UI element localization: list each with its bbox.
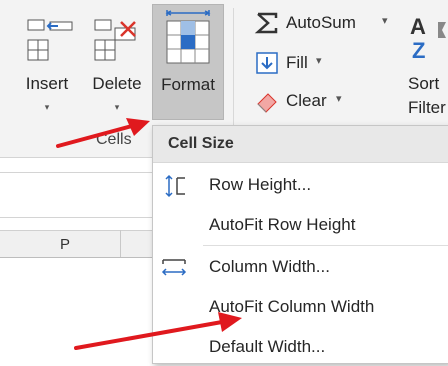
cell-size-heading: Cell Size bbox=[168, 135, 234, 152]
sort-label: Sort bbox=[408, 74, 440, 93]
sigma-icon bbox=[254, 12, 278, 34]
format-button[interactable]: Format bbox=[152, 4, 224, 120]
sort-filter-button[interactable]: A Z Sort Filter bbox=[406, 4, 448, 124]
svg-text:Z: Z bbox=[412, 38, 425, 63]
column-divider[interactable] bbox=[120, 230, 121, 257]
format-dropdown-menu: Cell Size Row Height... AutoFit Row Heig… bbox=[152, 125, 448, 364]
column-width-item[interactable]: Column Width... bbox=[153, 248, 448, 286]
autofit-column-width-label: AutoFit Column Width bbox=[209, 297, 375, 316]
clear-caret-icon: ▾ bbox=[336, 93, 342, 105]
filter-label: Filter bbox=[408, 98, 446, 117]
fill-caret-icon: ▾ bbox=[316, 55, 322, 67]
autofit-row-height-label: AutoFit Row Height bbox=[209, 215, 356, 234]
delete-label: Delete bbox=[92, 74, 142, 93]
svg-text:A: A bbox=[410, 14, 426, 39]
clear-label: Clear bbox=[286, 91, 327, 110]
autosum-caret-icon: ▾ bbox=[382, 15, 388, 27]
row-height-label: Row Height... bbox=[209, 175, 312, 194]
autosum-label: AutoSum bbox=[286, 13, 356, 32]
column-header-p[interactable]: P bbox=[60, 236, 70, 253]
fill-down-icon bbox=[256, 52, 278, 74]
menu-separator bbox=[203, 245, 448, 246]
fill-button[interactable]: Fill ▾ bbox=[254, 50, 334, 78]
eraser-icon bbox=[257, 93, 277, 113]
delete-button[interactable]: Delete ▾ bbox=[85, 4, 149, 124]
format-cells-icon bbox=[165, 10, 211, 64]
row-height-icon bbox=[165, 174, 185, 198]
insert-label: Insert bbox=[25, 74, 69, 93]
autofit-column-width-item[interactable]: AutoFit Column Width bbox=[153, 288, 448, 326]
clear-button[interactable]: Clear ▾ bbox=[254, 88, 354, 116]
delete-cells-icon bbox=[94, 19, 136, 61]
insert-button[interactable]: Insert ▾ bbox=[18, 4, 76, 124]
delete-caret-icon: ▾ bbox=[114, 102, 120, 112]
menu-section-header: Cell Size bbox=[153, 126, 448, 163]
column-width-icon bbox=[161, 259, 187, 276]
insert-cells-icon bbox=[27, 19, 73, 61]
column-width-label: Column Width... bbox=[209, 257, 330, 276]
row-height-item[interactable]: Row Height... bbox=[153, 166, 448, 204]
format-label: Format bbox=[161, 75, 215, 94]
cells-group-label: Cells bbox=[96, 131, 132, 148]
autosum-button[interactable]: AutoSum ▾ bbox=[254, 10, 394, 38]
fill-label: Fill bbox=[286, 53, 308, 72]
insert-caret-icon: ▾ bbox=[44, 102, 50, 112]
default-width-item[interactable]: Default Width... bbox=[153, 328, 448, 366]
default-width-label: Default Width... bbox=[209, 337, 326, 356]
sort-az-icon: A Z bbox=[410, 14, 446, 63]
autofit-row-height-item[interactable]: AutoFit Row Height bbox=[153, 206, 448, 244]
